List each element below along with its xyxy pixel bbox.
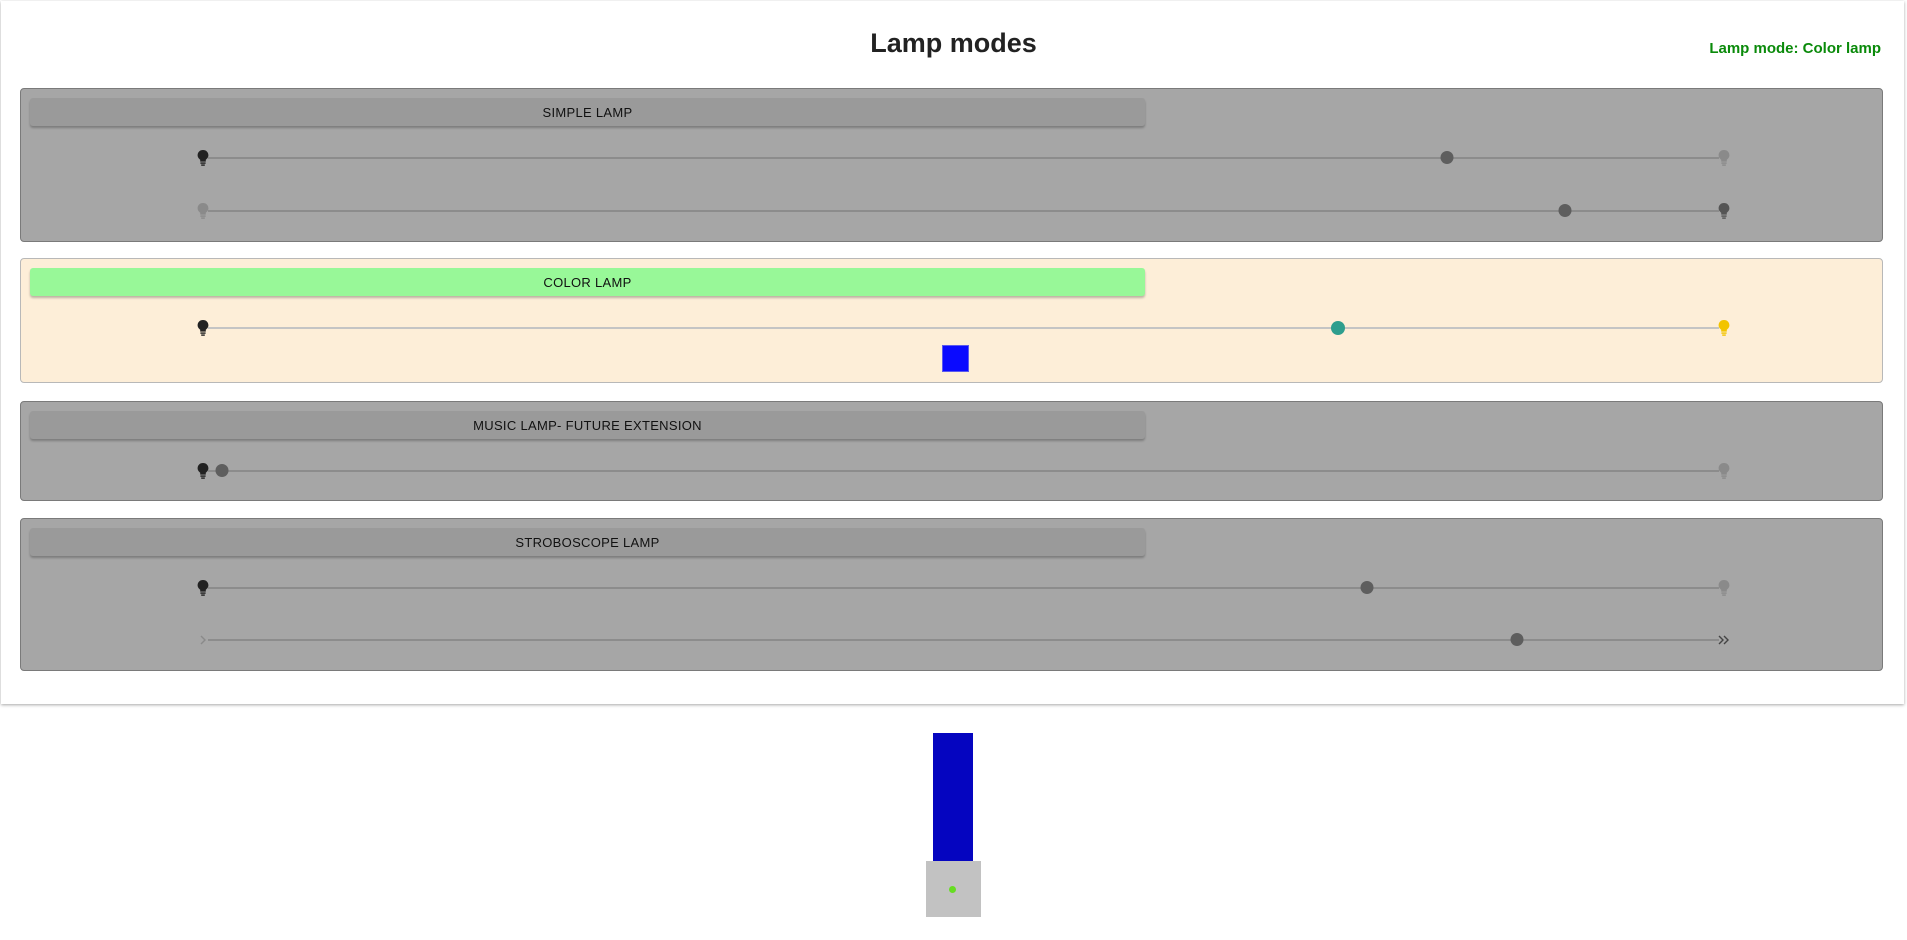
color-lamp-brightness-slider[interactable]	[196, 318, 1731, 338]
slider-track	[208, 210, 1719, 212]
panel-stroboscope-lamp: STROBOSCOPE LAMP	[20, 518, 1883, 671]
simple-lamp-brightness-slider[interactable]	[196, 148, 1731, 168]
slider-track	[208, 470, 1719, 472]
music-lamp-button[interactable]: MUSIC LAMP- FUTURE EXTENSION	[30, 411, 1145, 439]
bulb-on-icon	[1717, 462, 1731, 480]
slider-thumb[interactable]	[215, 464, 229, 477]
panel-simple-lamp: SIMPLE LAMP	[20, 88, 1883, 242]
color-picker-swatch[interactable]	[942, 345, 969, 372]
simple-lamp-second-slider[interactable]	[196, 201, 1731, 221]
panel-music-lamp: MUSIC LAMP- FUTURE EXTENSION	[20, 401, 1883, 501]
slider-track	[208, 327, 1719, 329]
panel-color-lamp: COLOR LAMP	[20, 258, 1883, 383]
slider-thumb[interactable]	[1558, 204, 1572, 217]
slider-track	[208, 157, 1719, 159]
slider-thumb[interactable]	[1331, 321, 1346, 335]
bulb-on-icon	[1717, 319, 1731, 337]
lamp-base	[926, 861, 981, 917]
double-chevron-right-icon	[1717, 631, 1731, 649]
slider-track	[208, 587, 1719, 589]
stroboscope-lamp-button[interactable]: STROBOSCOPE LAMP	[30, 528, 1145, 556]
simple-lamp-button[interactable]: SIMPLE LAMP	[30, 98, 1145, 126]
bulb-on-icon	[1717, 202, 1731, 220]
slider-thumb[interactable]	[1510, 633, 1524, 646]
lamp-shade	[933, 733, 973, 861]
stroboscope-brightness-slider[interactable]	[196, 578, 1731, 598]
stroboscope-speed-slider[interactable]	[196, 630, 1731, 650]
lamp-mode-status: Lamp mode: Color lamp	[1709, 40, 1881, 57]
color-lamp-button[interactable]: COLOR LAMP	[30, 268, 1145, 296]
bulb-on-icon	[1717, 149, 1731, 167]
music-lamp-brightness-slider[interactable]	[196, 461, 1731, 481]
slider-thumb[interactable]	[1440, 151, 1454, 164]
lamp-led-indicator	[949, 886, 956, 893]
bulb-on-icon	[1717, 579, 1731, 597]
slider-thumb[interactable]	[1360, 581, 1374, 594]
page-title: Lamp modes	[870, 28, 1037, 58]
slider-track	[208, 639, 1719, 641]
